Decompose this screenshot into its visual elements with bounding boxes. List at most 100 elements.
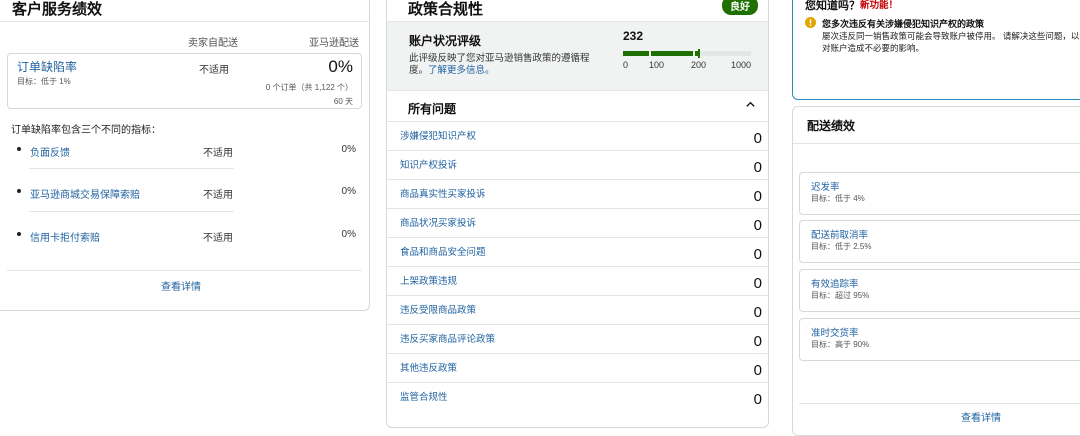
news-body: 屡次违反同一销售政策可能会导致账户被停用。 请解决这些问题，以免对账户造成不必要… [822, 30, 1080, 54]
column-seller-fulfilled: 卖家自配送 [188, 34, 238, 49]
bullet [17, 147, 21, 151]
on-time-delivery-rate-link[interactable]: 准时交货率 [811, 325, 859, 339]
order-defect-rate-amazon-value: 0% [328, 57, 353, 77]
valid-tracking-rate-link[interactable]: 有效追踪率 [811, 276, 859, 290]
issue-link[interactable]: 监管合规性 [400, 389, 448, 403]
header-divider [793, 143, 1080, 144]
issue-row: 监管合规性 0 [387, 382, 768, 411]
issue-link[interactable]: 违反买家商品评论政策 [400, 331, 495, 345]
account-health-rating-bar [623, 51, 751, 56]
chevron-up-icon[interactable] [745, 99, 756, 110]
issue-count: 0 [754, 246, 762, 263]
status-badge: 良好 [722, 0, 758, 15]
scale-label-1000: 1000 [731, 60, 751, 70]
scale-label-100: 100 [649, 60, 664, 70]
issue-row: 涉嫌侵犯知识产权 0 [387, 121, 768, 150]
footer-divider [7, 270, 362, 271]
customer-service-card: 客户服务绩效 卖家自配送 亚马逊配送 订单缺陷率 目标：低于 1% 不适用 0%… [0, 0, 370, 311]
issue-link[interactable]: 上架政策违规 [400, 273, 457, 287]
issue-count: 0 [754, 304, 762, 321]
issue-link[interactable]: 商品状况买家投诉 [400, 215, 476, 229]
order-defect-rate-orders: 0 个订单（共 1,122 个） [266, 82, 353, 93]
metric-seller-value: 不适用 [203, 144, 233, 159]
pre-fulfillment-cancel-rate-link[interactable]: 配送前取消率 [811, 227, 868, 241]
delivery-view-details-link[interactable]: 查看详情 [961, 409, 1001, 424]
policy-compliance-card: 政策合规性 良好 账户状况评级 此评级反映了您对亚马逊销售政策的遵循程度。了解更… [386, 0, 769, 428]
bullet [17, 189, 21, 193]
issue-count: 0 [754, 275, 762, 292]
did-you-know-card: 您知道吗？ 新功能！ 您多次违反有关涉嫌侵犯知识产权的政策 屡次违反同一销售政策… [792, 0, 1080, 100]
issue-row: 违反受限商品政策 0 [387, 295, 768, 324]
issue-link[interactable]: 违反受限商品政策 [400, 302, 476, 316]
new-feature-label: 新功能！ [860, 0, 898, 11]
order-defect-rate-link[interactable]: 订单缺陷率 [17, 58, 77, 75]
metric-a-to-z-claims-link[interactable]: 亚马逊商城交易保障索赔 [30, 186, 140, 201]
delivery-metric-target: 目标：低于 4% [811, 193, 865, 204]
order-defect-rate-box: 订单缺陷率 目标：低于 1% 不适用 0% 0 个订单（共 1,122 个） 6… [7, 53, 362, 109]
delivery-performance-title: 配送绩效 [807, 117, 855, 134]
issue-count: 0 [754, 159, 762, 176]
delivery-performance-card: 配送绩效 迟发率 目标：低于 4% 配送前取消率 目标：低于 2.5% 有效追踪… [792, 106, 1080, 436]
issue-row: 其他违反政策0 [387, 353, 768, 382]
account-health-rating-description: 此评级反映了您对亚马逊销售政策的遵循程度。了解更多信息。 [409, 53, 606, 77]
metric-seller-value: 不适用 [203, 229, 233, 244]
learn-more-link[interactable]: 了解更多信息。 [428, 65, 495, 76]
issue-link[interactable]: 食品和商品安全问题 [400, 244, 486, 258]
policy-compliance-title: 政策合规性 [408, 0, 483, 19]
late-shipment-rate-link[interactable]: 迟发率 [811, 179, 840, 193]
issue-link[interactable]: 其他违反政策 [400, 360, 457, 374]
metric-row: 信用卡拒付索赔 不适用 0% [11, 229, 356, 245]
metric-amazon-value: 0% [342, 186, 356, 197]
delivery-metric-box: 准时交货率 目标：高于 90% [799, 318, 1080, 361]
delivery-metric-target: 目标：超过 95% [811, 290, 869, 301]
odr-intro-text: 订单缺陷率包含三个不同的指标： [11, 121, 161, 136]
issue-link[interactable]: 涉嫌侵犯知识产权 [400, 128, 476, 142]
customer-service-title: 客户服务绩效 [12, 0, 102, 19]
issue-link[interactable]: 商品真实性买家投诉 [400, 186, 486, 200]
customer-service-header: 客户服务绩效 [0, 0, 369, 22]
issue-count: 0 [754, 391, 762, 408]
metric-row: 亚马逊商城交易保障索赔 不适用 0% [11, 186, 356, 202]
issue-row: 违反买家商品评论政策 0 [387, 324, 768, 353]
delivery-metric-target: 目标：低于 2.5% [811, 241, 871, 252]
scale-label-200: 200 [691, 60, 706, 70]
issue-row: 上架政策违规 0 [387, 266, 768, 295]
rating-bar-segment [623, 51, 649, 56]
delivery-metric-box: 配送前取消率 目标：低于 2.5% [799, 220, 1080, 263]
issue-count: 0 [754, 188, 762, 205]
delivery-metric-target: 目标：高于 90% [811, 339, 869, 350]
all-issues-title: 所有问题 [408, 100, 456, 117]
issue-link[interactable]: 知识产权投诉 [400, 157, 457, 171]
customer-service-view-details-link[interactable]: 查看详情 [0, 278, 369, 293]
bullet [17, 232, 21, 236]
delivery-metric-box: 有效追踪率 目标：超过 95% [799, 269, 1080, 312]
column-amazon-fulfilled: 亚马逊配送 [309, 34, 359, 49]
issue-count: 0 [754, 333, 762, 350]
order-defect-rate-target: 目标：低于 1% [17, 76, 71, 87]
metric-chargeback-claims-link[interactable]: 信用卡拒付索赔 [30, 229, 100, 244]
issue-row: 知识产权投诉 0 [387, 150, 768, 179]
account-health-rating-panel: 账户状况评级 此评级反映了您对亚马逊销售政策的遵循程度。了解更多信息。 232 … [387, 21, 768, 91]
issue-count: 0 [754, 130, 762, 147]
metric-negative-feedback-link[interactable]: 负面反馈 [30, 144, 70, 159]
footer-divider [799, 403, 1080, 404]
divider [29, 168, 234, 169]
rating-bar-segment [651, 51, 693, 56]
order-defect-rate-days: 60 天 [334, 96, 353, 107]
news-headline: 您多次违反有关涉嫌侵犯知识产权的政策 [822, 17, 984, 30]
warning-icon [805, 17, 816, 28]
account-health-rating-score: 232 [623, 29, 643, 43]
rating-bar-segment [695, 51, 751, 56]
issue-row: 商品状况买家投诉0 [387, 208, 768, 237]
metric-amazon-value: 0% [342, 229, 356, 240]
rating-score-marker [698, 49, 700, 58]
divider [29, 211, 234, 212]
metric-row: 负面反馈 不适用 0% [11, 144, 356, 160]
order-defect-rate-seller-value: 不适用 [199, 61, 229, 76]
metric-seller-value: 不适用 [203, 186, 233, 201]
did-you-know-title: 您知道吗？ [805, 0, 860, 13]
delivery-metric-box: 迟发率 目标：低于 4% [799, 172, 1080, 215]
issue-row: 商品真实性买家投诉 0 [387, 179, 768, 208]
account-health-rating-title: 账户状况评级 [409, 32, 481, 49]
issue-row: 食品和商品安全问题 0 [387, 237, 768, 266]
